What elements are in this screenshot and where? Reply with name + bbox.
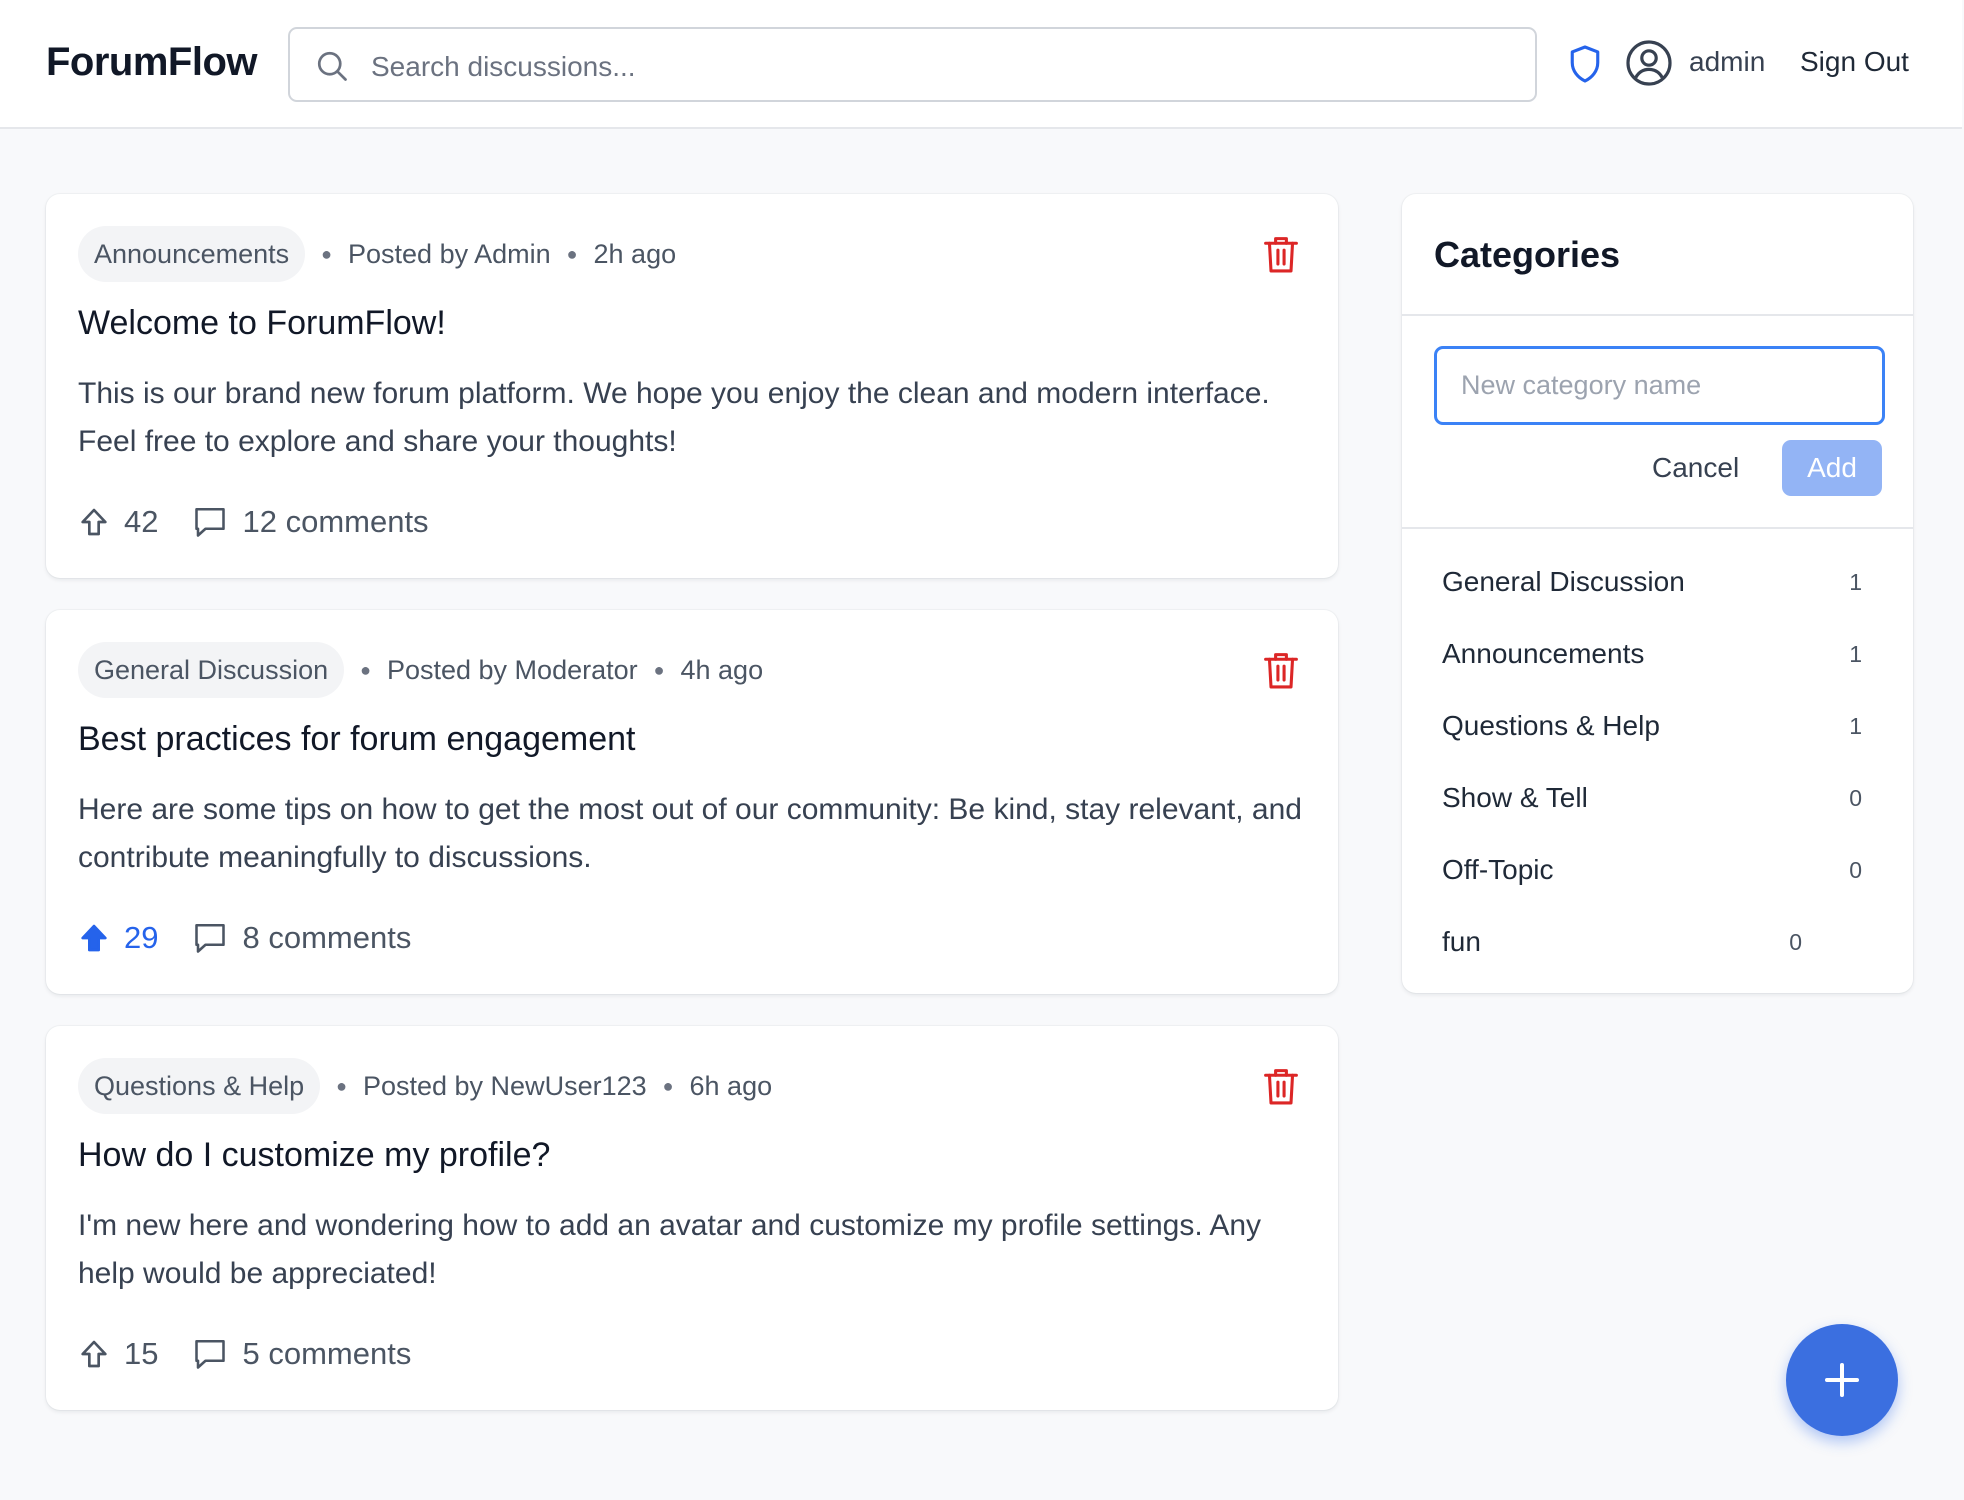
upvote-button[interactable]: 29	[78, 920, 158, 956]
separator-dot: ●	[321, 243, 333, 264]
comment-icon	[195, 507, 226, 537]
category-item[interactable]: Announcements 1	[1442, 632, 1862, 676]
upvote-button[interactable]: 15	[78, 1336, 158, 1372]
post-body: Here are some tips on how to get the mos…	[78, 793, 1302, 874]
post-title[interactable]: Best practices for forum engagement	[78, 720, 636, 759]
category-badge[interactable]: Questions & Help	[78, 1058, 321, 1114]
search-input[interactable]: Search discussions...	[371, 51, 636, 83]
trash-icon[interactable]	[1262, 234, 1300, 274]
post-card[interactable]: General Discussion ● Posted by Moderator…	[46, 610, 1338, 994]
plus-icon	[1825, 1363, 1859, 1397]
post-stats: 15 5 comments	[78, 1332, 411, 1376]
categories-panel: Categories Cancel Add General Discussion…	[1402, 194, 1913, 993]
comment-icon	[195, 923, 226, 953]
post-card[interactable]: Questions & Help ● Posted by NewUser123 …	[46, 1026, 1338, 1410]
categories-title: Categories	[1434, 234, 1621, 275]
post-time: 2h ago	[593, 238, 677, 269]
category-item[interactable]: Show & Tell 0	[1442, 776, 1862, 820]
arrow-up-icon	[81, 508, 107, 536]
cancel-button[interactable]: Cancel	[1652, 452, 1739, 484]
post-author: Posted by NewUser123	[362, 1070, 647, 1101]
comment-icon	[195, 1339, 226, 1369]
separator-dot: ●	[360, 659, 371, 680]
category-name: General Discussion	[1442, 566, 1685, 597]
category-badge[interactable]: Announcements	[78, 226, 306, 282]
comments-button[interactable]: 8 comments	[192, 920, 411, 956]
divider	[1402, 314, 1913, 316]
vote-count: 42	[124, 504, 159, 539]
post-stats: 29 8 comments	[78, 916, 411, 960]
post-title[interactable]: Welcome to ForumFlow!	[78, 304, 446, 343]
comments-button[interactable]: 5 comments	[192, 1336, 411, 1372]
separator-dot: ●	[662, 1075, 674, 1096]
comment-count: 5 comments	[242, 1336, 412, 1371]
category-name: Announcements	[1442, 638, 1645, 669]
comment-count: 8 comments	[242, 920, 412, 955]
category-item[interactable]: Off-Topic 0	[1442, 848, 1862, 892]
category-name: fun	[1442, 926, 1481, 957]
category-count: 1	[1849, 569, 1862, 595]
category-name: Questions & Help	[1442, 710, 1660, 741]
search-bar[interactable]: Search discussions...	[288, 27, 1537, 102]
vote-count: 29	[124, 920, 159, 955]
category-badge[interactable]: General Discussion	[78, 642, 345, 698]
arrow-up-icon	[81, 1340, 107, 1368]
category-item[interactable]: fun 0	[1442, 920, 1802, 964]
user-circle-icon[interactable]	[1625, 39, 1673, 87]
search-icon	[317, 51, 347, 81]
brand-logo[interactable]: ForumFlow	[46, 40, 258, 85]
post-body: I'm new here and wondering how to add an…	[78, 1209, 1262, 1290]
comments-button[interactable]: 12 comments	[192, 504, 429, 540]
separator-dot: ●	[566, 243, 578, 264]
post-author: Posted by Admin	[348, 238, 551, 269]
separator-dot: ●	[336, 1075, 347, 1096]
add-category-button[interactable]: Add	[1782, 440, 1882, 496]
username-label: admin	[1689, 46, 1766, 77]
post-time: 6h ago	[689, 1070, 773, 1101]
post-body: This is our brand new forum platform. We…	[78, 377, 1270, 458]
new-post-button[interactable]	[1786, 1324, 1898, 1436]
sign-out-button[interactable]: Sign Out	[1800, 46, 1909, 78]
category-name: Show & Tell	[1442, 782, 1588, 813]
arrow-up-filled-icon	[81, 924, 107, 952]
post-card[interactable]: Announcements ● Posted by Admin ● 2h ago…	[46, 194, 1338, 578]
top-header: ForumFlow Search discussions... admin Si…	[0, 0, 1962, 129]
category-item[interactable]: Questions & Help 1	[1442, 704, 1862, 748]
separator-dot: ●	[653, 659, 665, 680]
trash-icon[interactable]	[1262, 1066, 1300, 1106]
category-count: 1	[1849, 641, 1862, 667]
category-count: 0	[1849, 785, 1862, 811]
post-meta: Questions & Help ● Posted by NewUser123 …	[78, 1058, 772, 1114]
category-count: 0	[1789, 929, 1802, 955]
new-category-input[interactable]	[1434, 346, 1885, 425]
vote-count: 15	[124, 1336, 159, 1371]
shield-icon[interactable]	[1568, 44, 1602, 84]
post-time: 4h ago	[680, 654, 764, 685]
divider	[1402, 527, 1913, 529]
category-item[interactable]: General Discussion 1	[1442, 560, 1862, 604]
category-count: 1	[1849, 713, 1862, 739]
category-name: Off-Topic	[1442, 854, 1554, 885]
post-meta: Announcements ● Posted by Admin ● 2h ago	[78, 226, 676, 282]
upvote-button[interactable]: 42	[78, 504, 158, 540]
post-meta: General Discussion ● Posted by Moderator…	[78, 642, 763, 698]
post-title[interactable]: How do I customize my profile?	[78, 1136, 550, 1175]
post-author: Posted by Moderator	[386, 654, 638, 685]
post-stats: 42 12 comments	[78, 500, 429, 544]
trash-icon[interactable]	[1262, 650, 1300, 690]
comment-count: 12 comments	[242, 504, 429, 539]
category-count: 0	[1849, 857, 1862, 883]
